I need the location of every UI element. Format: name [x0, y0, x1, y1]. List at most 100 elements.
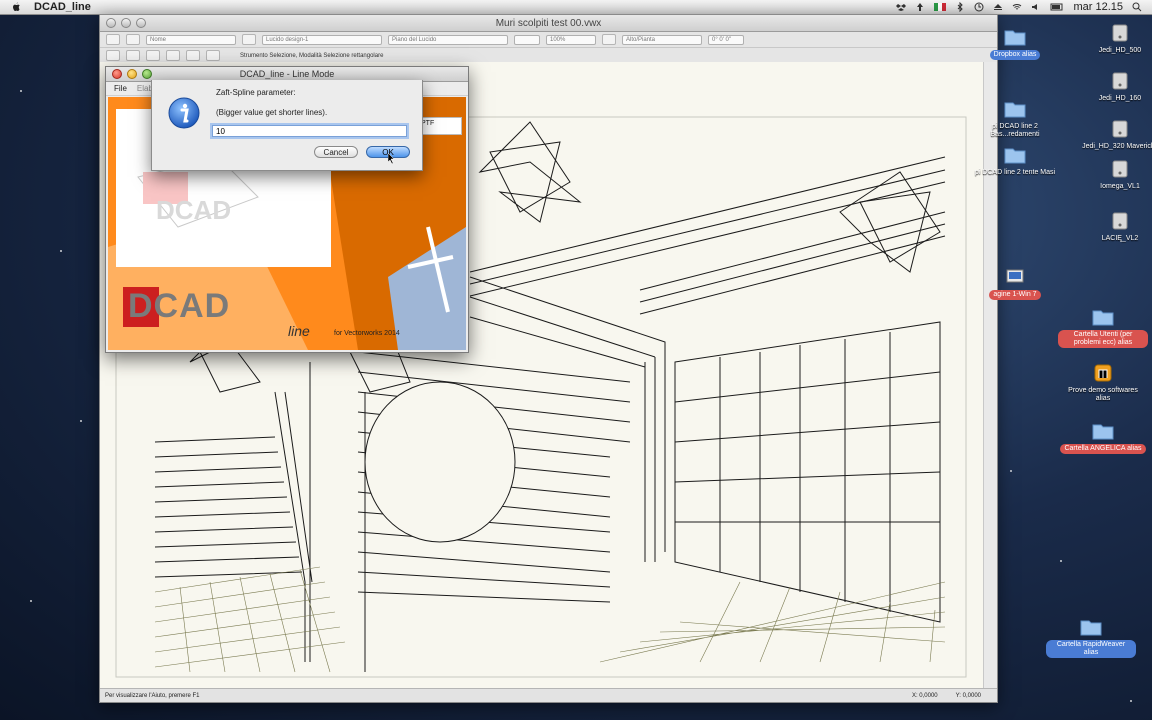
menu-bar: DCAD_line mar 12.15	[0, 0, 1152, 15]
desktop-icon-label: Jedi_HD_320 Mavericks	[1082, 143, 1152, 150]
desktop-icon[interactable]: pi DCAD line 2 tente Masi	[970, 146, 1060, 178]
layer-options-button[interactable]	[242, 34, 256, 45]
spline-value-input[interactable]	[212, 125, 407, 137]
dropbox-menu-icon[interactable]	[896, 2, 907, 12]
close-window-button[interactable]	[106, 18, 116, 28]
render-mode-select[interactable]	[514, 34, 540, 45]
window-controls	[100, 18, 146, 28]
volume-icon[interactable]	[1031, 2, 1041, 12]
app-menu-name[interactable]: DCAD_line	[34, 1, 91, 13]
folder-icon	[1004, 102, 1026, 118]
line-mode-title: DCAD_line - Line Mode	[239, 69, 335, 79]
upload-menu-icon[interactable]	[915, 2, 925, 12]
layer-select[interactable]: Lucido design-1	[262, 34, 382, 45]
info-icon	[168, 97, 200, 129]
desktop-icon[interactable]: Jedi_HD_500	[1075, 24, 1152, 56]
desktop-icon[interactable]: agine 1-Win 7	[970, 268, 1060, 300]
desktop-icon[interactable]: Jedi_HD_160	[1075, 72, 1152, 104]
star	[60, 250, 62, 252]
time-machine-icon[interactable]	[974, 2, 984, 12]
desktop-icon[interactable]: Cartella ANGELICA alias	[1058, 422, 1148, 454]
main-window-titlebar[interactable]: Muri scolpiti test 00.vwx	[100, 15, 997, 32]
selection-mode-button[interactable]	[106, 50, 120, 61]
desktop-icon-label: Cartella Utenti (per problemi ecc) alias	[1058, 330, 1148, 348]
desktop-icon-label: Cartella ANGELICA alias	[1060, 444, 1146, 454]
spotlight-search-icon[interactable]	[1132, 2, 1142, 12]
tool-mode-text: Strumento Selezione, Modalità Selezione …	[240, 52, 384, 59]
status-bar: Per visualizzare l'Aiuto, premere F1 X: …	[100, 688, 997, 702]
folder-icon	[1004, 148, 1026, 164]
polygon-mode-button[interactable]	[146, 50, 160, 61]
desktop-icon-label: Iomega_VL1	[1100, 183, 1140, 190]
lasso-mode-button[interactable]	[166, 50, 180, 61]
desktop-icon[interactable]: LACIE_VL2	[1075, 212, 1152, 244]
desktop-icon[interactable]: Dropbox alias	[970, 28, 1060, 60]
desktop-icon-label: Jedi_HD_160	[1098, 95, 1142, 102]
y-coordinate: Y: 0,0000	[955, 692, 981, 699]
apple-icon[interactable]	[10, 1, 22, 13]
splash-logo-sub: line	[288, 323, 310, 339]
battery-icon[interactable]	[1050, 2, 1064, 12]
folder-icon	[1092, 310, 1114, 326]
desktop-icon[interactable]: Prove demo softwares alias	[1058, 364, 1148, 404]
splash-logo: DCAD	[128, 287, 231, 325]
dialog-message: (Bigger value get shorter lines).	[216, 108, 328, 117]
desktop-icon[interactable]: Cartella Utenti (per problemi ecc) alias	[1058, 308, 1148, 348]
zoom-window-button[interactable]	[136, 18, 146, 28]
drive-icon	[1112, 24, 1128, 42]
dialog-title: Zaft-Spline parameter:	[216, 88, 296, 97]
rotation-field[interactable]: 0° 0' 0"	[708, 34, 744, 45]
desktop-icon[interactable]: Cartella RapidWeaver alias	[1046, 618, 1136, 658]
splash-logo-faded: DCAD	[156, 195, 232, 225]
document-title: Muri scolpiti test 00.vwx	[495, 17, 602, 29]
desktop-icon-label: Jedi_HD_500	[1098, 47, 1142, 54]
folder-icon	[1092, 424, 1114, 440]
plane-select[interactable]: Piano del Lucido	[388, 34, 508, 45]
desktop-icon-label: pi DCAD line 2 tente Masi	[974, 169, 1056, 176]
desktop-icon-label: Cartella RapidWeaver alias	[1046, 640, 1136, 658]
desktop-icon[interactable]: Iomega_VL1	[1075, 160, 1152, 192]
cancel-button[interactable]: Cancel	[314, 146, 358, 158]
preference-button[interactable]	[206, 50, 220, 61]
back-button[interactable]	[106, 34, 120, 45]
drive-icon	[1112, 72, 1128, 90]
tab-mode-button[interactable]	[186, 50, 200, 61]
forward-button[interactable]	[126, 34, 140, 45]
desktop-icon[interactable]: Jedi_HD_320 Mavericks	[1075, 120, 1152, 152]
splash-caption: for Vectorworks 2014	[334, 330, 400, 337]
drive-icon	[1112, 212, 1128, 230]
desktop-icon-label: Prove demo softwares alias	[1068, 387, 1138, 402]
italian-flag-icon[interactable]	[934, 3, 947, 11]
status-message: Per visualizzare l'Aiuto, premere F1	[105, 692, 200, 699]
desktop-icon-label: LACIE_VL2	[1101, 235, 1139, 242]
desktop-icon-label: Dropbox alias	[989, 50, 1041, 60]
mouse-cursor-icon	[388, 153, 395, 164]
minimize-window-button[interactable]	[121, 18, 131, 28]
eject-icon[interactable]	[993, 2, 1003, 12]
desktop-icon-label: pi DCAD line 2 Bas...redamenti	[990, 123, 1040, 138]
star	[80, 420, 82, 422]
desktop-icon[interactable]: pi DCAD line 2 Bas...redamenti	[970, 100, 1060, 140]
menubar-clock[interactable]: mar 12.15	[1073, 1, 1123, 13]
zoom-field[interactable]: 100%	[546, 34, 596, 45]
rectangle-mode-button[interactable]	[126, 50, 140, 61]
side-field[interactable]: PTF	[418, 117, 462, 135]
wifi-icon[interactable]	[1012, 2, 1022, 12]
view-bar: Nome Lucido design-1 Piano del Lucido 10…	[100, 32, 997, 48]
star	[30, 600, 32, 602]
desktop-icon-label: agine 1-Win 7	[989, 290, 1041, 300]
drive-icon	[1112, 160, 1128, 178]
coordinate-readout: X: 0,0000 Y: 0,0000	[912, 693, 997, 699]
class-select[interactable]: Nome	[146, 34, 236, 45]
bluetooth-icon[interactable]	[955, 2, 965, 12]
star	[1130, 700, 1132, 702]
file-icon	[1006, 269, 1024, 283]
star	[20, 90, 22, 92]
fit-view-button[interactable]	[602, 34, 616, 45]
folder-icon	[1080, 620, 1102, 636]
app-icon	[1094, 364, 1112, 382]
menu-file[interactable]: File	[114, 84, 127, 93]
folder-icon	[1004, 30, 1026, 46]
drive-icon	[1112, 120, 1128, 138]
view-select[interactable]: Alto/Pianta	[622, 34, 702, 45]
